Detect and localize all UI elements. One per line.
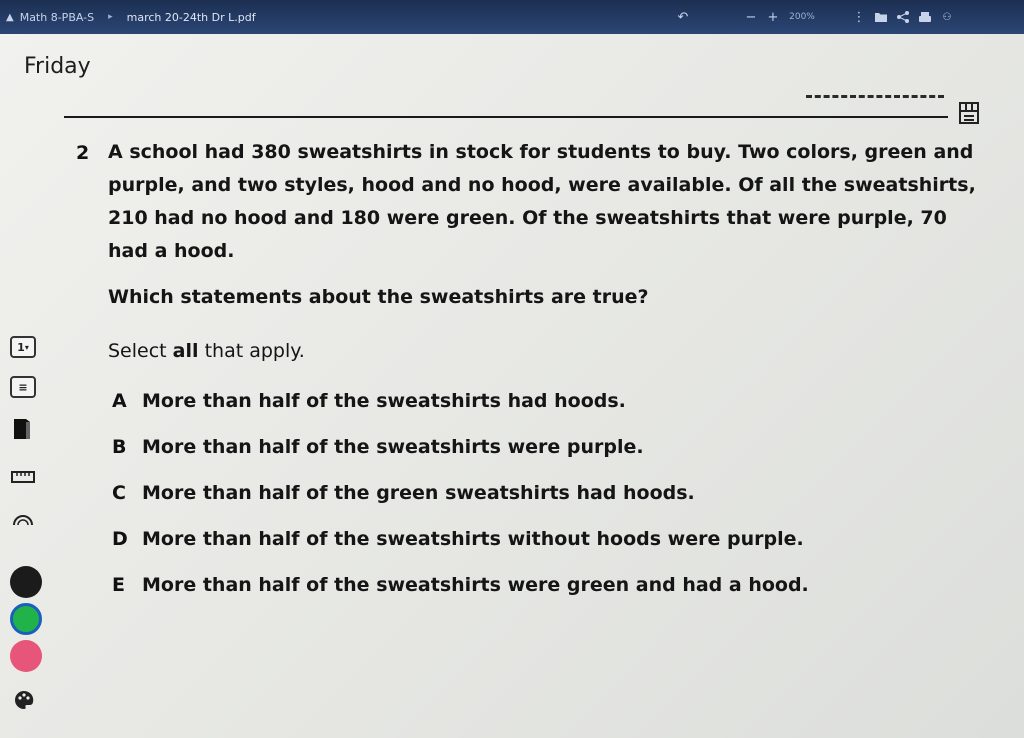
select-instruction: Select all that apply. — [108, 340, 305, 362]
share-icon[interactable] — [892, 6, 914, 28]
file-name: march 20-24th Dr L.pdf — [126, 10, 256, 24]
home-icon[interactable]: ▲ — [6, 12, 14, 23]
top-bar: ▲ Math 8-PBA-S ▸ march 20-24th Dr L.pdf … — [0, 0, 1024, 34]
option-text: More than half of the sweatshirts were g… — [142, 574, 809, 596]
option-c[interactable]: C More than half of the green sweatshirt… — [104, 482, 695, 504]
option-text: More than half of the sweatshirts had ho… — [142, 390, 626, 412]
plus-icon[interactable]: + — [762, 6, 784, 28]
option-letter: A — [112, 390, 127, 412]
option-a[interactable]: A More than half of the sweatshirts had … — [104, 390, 626, 412]
menu-icon[interactable]: ≡ — [10, 376, 36, 398]
chevron-down-icon: ▾ — [24, 342, 29, 352]
option-b[interactable]: B More than half of the sweatshirts were… — [104, 436, 644, 458]
page-selector[interactable]: 1 ▾ — [10, 336, 36, 358]
day-heading: Friday — [24, 54, 91, 79]
document-page: Friday 2 A school had 380 sweatshirts in… — [0, 34, 1024, 738]
option-text: More than half of the sweatshirts were p… — [142, 436, 644, 458]
question-number: 2 — [76, 142, 90, 164]
option-text: More than half of the sweatshirts withou… — [142, 528, 804, 550]
select-suffix: that apply. — [204, 340, 305, 362]
breadcrumb: ▲ Math 8-PBA-S — [0, 11, 94, 24]
annotation-sidebar: 1 ▾ ≡ — [0, 296, 48, 709]
pen-color-black[interactable] — [10, 566, 42, 598]
zoom-level: 200% — [789, 12, 815, 22]
option-letter: B — [112, 436, 127, 458]
option-letter: D — [112, 528, 128, 550]
breadcrumb-separator-icon: ▸ — [108, 12, 113, 22]
select-prefix: Select — [108, 340, 167, 362]
minus-icon[interactable]: − — [740, 6, 762, 28]
question-prompt: Which statements about the sweatshirts a… — [108, 286, 649, 308]
user-icon[interactable]: ⚇ — [936, 6, 958, 28]
option-letter: C — [112, 482, 126, 504]
highlighter-icon[interactable] — [10, 414, 36, 442]
option-d[interactable]: D More than half of the sweatshirts with… — [104, 528, 804, 550]
folder-icon[interactable] — [870, 6, 892, 28]
print-icon[interactable] — [914, 6, 936, 28]
more-icon[interactable]: ⋮ — [848, 6, 870, 28]
option-text: More than half of the green sweatshirts … — [142, 482, 695, 504]
ruler-icon[interactable] — [10, 468, 36, 486]
pen-color-green[interactable] — [10, 603, 42, 635]
undo-icon[interactable]: ↶ — [672, 6, 694, 28]
pen-color-pink[interactable] — [10, 640, 42, 672]
option-e[interactable]: E More than half of the sweatshirts were… — [104, 574, 809, 596]
protractor-icon[interactable] — [10, 508, 36, 530]
page-selector-value: 1 — [17, 340, 25, 354]
breadcrumb-class[interactable]: Math 8-PBA-S — [20, 11, 94, 24]
handwritten-mark — [806, 95, 944, 101]
toolbar-right: ↶ − + 200% ⋮ ⚇ — [672, 0, 958, 34]
select-strong: all — [172, 340, 199, 362]
option-letter: E — [112, 574, 125, 596]
palette-icon[interactable] — [10, 688, 38, 712]
tools-icon[interactable] — [956, 100, 982, 126]
divider — [64, 116, 948, 118]
question-stem: A school had 380 sweatshirts in stock fo… — [108, 141, 976, 262]
